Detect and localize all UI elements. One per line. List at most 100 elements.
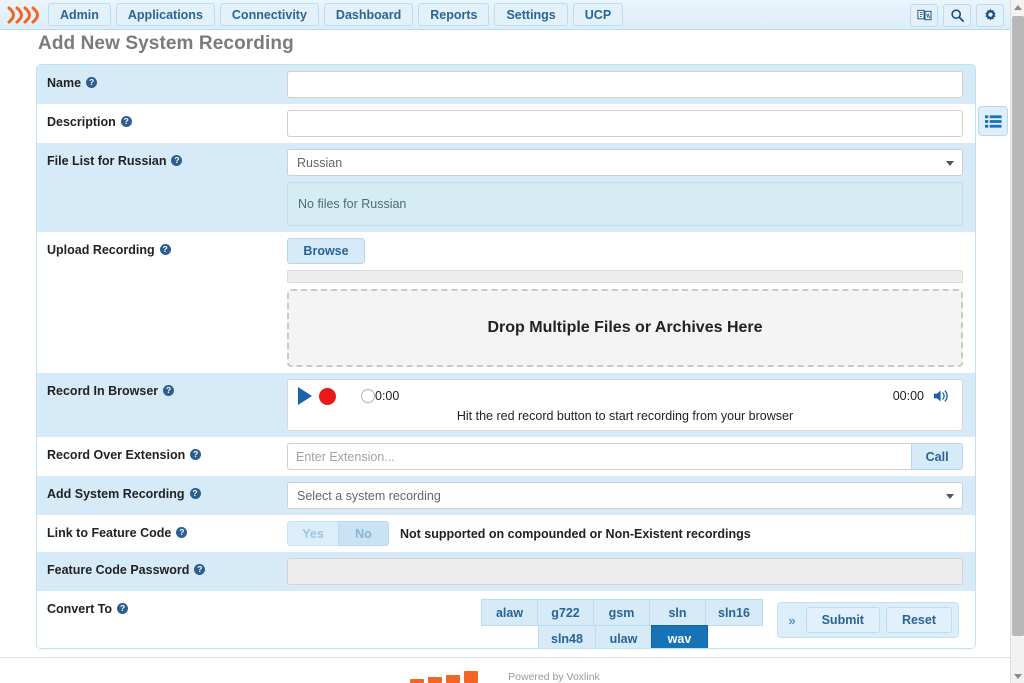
list-icon	[984, 114, 1002, 128]
file-list-language-select[interactable]: Russian	[287, 149, 963, 176]
nav-tab-connectivity[interactable]: Connectivity	[219, 3, 319, 26]
convert-option-label: sln48	[551, 631, 583, 646]
gear-icon	[984, 8, 996, 21]
nav-tab-label: Reports	[430, 7, 478, 22]
nav-right-icon-group	[910, 0, 1004, 30]
convert-to-row-1: alaw g722 gsm sln sln16	[481, 599, 763, 626]
record-icon[interactable]	[319, 387, 336, 405]
convert-option-alaw[interactable]: alaw	[481, 599, 538, 626]
expand-actions-label: »	[788, 612, 796, 628]
convert-option-label: alaw	[495, 605, 524, 620]
total-time: 00:00	[892, 389, 924, 403]
convert-option-wav[interactable]: wav	[650, 625, 708, 648]
nav-tab-ucp[interactable]: UCP	[572, 3, 624, 26]
dropzone-text: Drop Multiple Files or Archives Here	[487, 319, 763, 336]
description-input[interactable]	[287, 110, 963, 137]
label-file-list: File List for Russian ?	[37, 143, 280, 232]
link-feature-code-toggle[interactable]: Yes No	[287, 521, 389, 546]
upload-progress-bar	[287, 270, 963, 283]
reset-button-label: Reset	[901, 613, 936, 627]
form-row-name: Name ?	[37, 65, 975, 104]
form-row-link-feature-code: Link to Feature Code ? Yes No Not suppor…	[37, 515, 975, 552]
current-time: 0:00	[375, 389, 400, 403]
convert-to-row-2: sln48 ulaw wav	[538, 625, 708, 648]
help-icon-name[interactable]: ?	[86, 77, 98, 88]
system-recording-select[interactable]: Select a system recording	[287, 482, 963, 509]
scroll-down-button[interactable]	[1011, 669, 1024, 683]
footer-powered-by: Powered by Voxlink	[508, 671, 600, 683]
submit-button-label: Submit	[821, 613, 864, 627]
gear-icon-button[interactable]	[976, 3, 1004, 27]
file-dropzone[interactable]: Drop Multiple Files or Archives Here	[287, 289, 963, 367]
search-icon-button[interactable]	[943, 3, 971, 27]
nav-tab-label: Connectivity	[231, 7, 307, 22]
playback-scrubber[interactable]: 0:00	[361, 389, 399, 403]
help-icon-description[interactable]: ?	[120, 116, 132, 127]
help-icon-file-list[interactable]: ?	[171, 155, 183, 166]
language-icon	[916, 9, 932, 20]
form-action-bar: » Submit Reset	[777, 602, 959, 638]
nav-tab-label: Settings	[506, 7, 556, 22]
play-icon[interactable]	[298, 387, 312, 405]
convert-option-g722[interactable]: g722	[537, 599, 594, 626]
chevron-down-icon	[946, 160, 954, 166]
scrubber-handle[interactable]	[361, 389, 375, 403]
file-list-selected-value: Russian	[297, 155, 343, 170]
expand-actions-button[interactable]: »	[784, 613, 799, 628]
convert-option-ulaw[interactable]: ulaw	[594, 625, 652, 648]
file-list-empty-message: No files for Russian	[298, 197, 407, 211]
label-description: Description ?	[37, 104, 280, 143]
add-system-recording-form: Name ? Description ? File List for Russi…	[36, 64, 976, 649]
convert-option-sln16[interactable]: sln16	[705, 599, 763, 626]
help-icon-add-system-recording[interactable]: ?	[189, 488, 201, 499]
language-icon-button[interactable]	[910, 3, 938, 27]
label-convert-to: Convert To ?	[37, 591, 280, 648]
top-navigation-bar: Admin Applications Connectivity Dashboar…	[0, 0, 1010, 30]
help-icon-feature-code-password[interactable]: ?	[194, 564, 206, 575]
browse-button[interactable]: Browse	[287, 238, 365, 264]
chevron-down-icon	[946, 493, 954, 499]
chevron-down-icon	[1014, 673, 1022, 679]
help-icon-upload-recording[interactable]: ?	[159, 244, 171, 255]
convert-option-sln[interactable]: sln	[649, 599, 706, 626]
recordings-list-toggle-button[interactable]	[978, 106, 1008, 136]
nav-tab-label: Admin	[60, 7, 99, 22]
convert-option-label: sln	[668, 605, 687, 620]
footer-logo	[410, 669, 480, 683]
feature-code-password-input[interactable]	[287, 558, 963, 585]
browse-button-label: Browse	[303, 244, 349, 258]
convert-option-sln48[interactable]: sln48	[538, 625, 596, 648]
nav-tab-label: Dashboard	[335, 7, 402, 22]
extension-input[interactable]	[287, 443, 912, 470]
convert-option-label: gsm	[608, 605, 635, 620]
help-icon-record-over-extension[interactable]: ?	[190, 449, 202, 460]
help-icon-link-feature-code[interactable]: ?	[176, 527, 188, 538]
label-upload-recording: Upload Recording ?	[37, 232, 280, 373]
help-icon-convert-to[interactable]: ?	[117, 603, 129, 614]
toggle-option-no[interactable]: No	[338, 521, 389, 546]
nav-tab-admin[interactable]: Admin	[48, 3, 111, 26]
submit-button[interactable]: Submit	[805, 607, 880, 633]
nav-tab-settings[interactable]: Settings	[494, 3, 568, 26]
toggle-yes-label: Yes	[302, 526, 324, 541]
nav-tab-reports[interactable]: Reports	[418, 3, 490, 26]
nav-tab-dashboard[interactable]: Dashboard	[323, 3, 414, 26]
recorder-hint: Hit the red record button to start recor…	[456, 409, 794, 423]
nav-tab-applications[interactable]: Applications	[115, 3, 215, 26]
scrollbar-thumb[interactable]	[1012, 16, 1024, 636]
help-icon-record-in-browser[interactable]: ?	[163, 385, 175, 396]
form-row-add-system-recording: Add System Recording ? Select a system r…	[37, 476, 975, 515]
page-scrollbar[interactable]	[1010, 0, 1024, 683]
volume-icon	[933, 390, 948, 402]
scroll-up-button[interactable]	[1011, 0, 1024, 14]
reset-button[interactable]: Reset	[885, 607, 952, 633]
signal-waves-logo[interactable]	[0, 0, 44, 30]
form-row-file-list: File List for Russian ? Russian No files…	[37, 143, 975, 232]
convert-option-gsm[interactable]: gsm	[593, 599, 650, 626]
call-button[interactable]: Call	[911, 443, 963, 470]
toggle-option-yes[interactable]: Yes	[287, 521, 338, 546]
name-input[interactable]	[287, 71, 963, 98]
label-add-system-recording: Add System Recording ?	[37, 476, 280, 515]
label-record-in-browser: Record In Browser ?	[37, 373, 280, 437]
nav-tab-list: Admin Applications Connectivity Dashboar…	[44, 3, 624, 26]
